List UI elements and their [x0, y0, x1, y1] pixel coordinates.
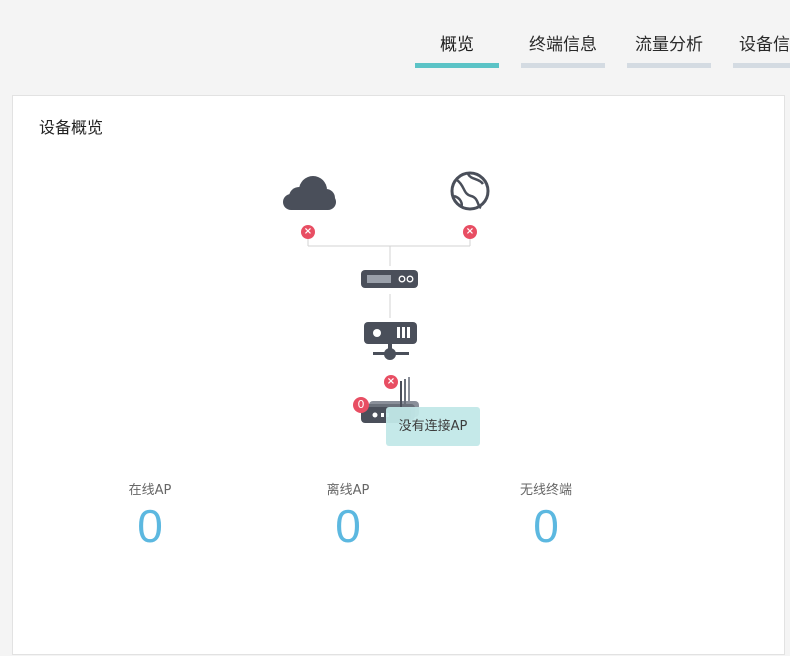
topology-diagram	[283, 171, 490, 423]
cloud-icon[interactable]	[283, 176, 336, 210]
device-overview-panel: 设备概览 × × × 0 没有连接AP 在线AP 0 离线AP 0 无线终端 0	[12, 95, 785, 655]
stat-value: 0	[533, 500, 559, 552]
stat-offline-ap: 离线AP 0	[288, 479, 408, 552]
server-icon[interactable]	[364, 322, 417, 360]
tab-bar: 概览 终端信息 流量分析 设备信	[0, 0, 790, 96]
tab-device-info[interactable]: 设备信	[733, 34, 790, 68]
ap-count-badge: 0	[353, 397, 369, 413]
stat-label: 在线AP	[128, 483, 172, 498]
stat-label: 离线AP	[326, 483, 370, 498]
ap-error-badge: ×	[384, 375, 398, 389]
no-ap-tooltip: 没有连接AP	[386, 407, 480, 446]
stat-label: 无线终端	[519, 483, 572, 498]
tab-overview[interactable]: 概览	[415, 34, 499, 68]
stat-value: 0	[137, 500, 163, 552]
stat-online-ap: 在线AP 0	[90, 479, 210, 552]
cloud-error-badge: ×	[301, 225, 315, 239]
globe-error-badge: ×	[463, 225, 477, 239]
globe-icon[interactable]	[450, 171, 490, 211]
stat-value: 0	[335, 500, 361, 552]
tab-terminal-info[interactable]: 终端信息	[521, 34, 605, 68]
tab-traffic-analysis[interactable]: 流量分析	[627, 34, 711, 68]
gateway-icon[interactable]	[361, 270, 418, 288]
stat-wireless-terminals: 无线终端 0	[486, 479, 606, 552]
